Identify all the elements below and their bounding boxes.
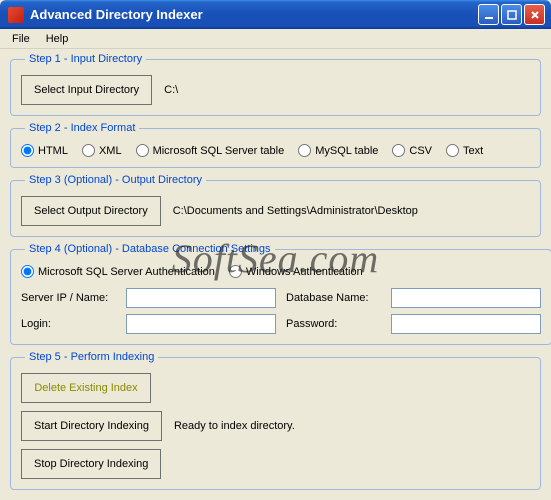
select-input-directory-button[interactable]: Select Input Directory (21, 75, 152, 105)
step2-legend: Step 2 - Index Format (25, 122, 139, 134)
server-label: Server IP / Name: (21, 292, 116, 304)
radio-html-input[interactable] (21, 144, 34, 157)
stop-directory-indexing-button[interactable]: Stop Directory Indexing (21, 449, 161, 479)
app-icon (8, 7, 24, 23)
radio-mysql-input[interactable] (298, 144, 311, 157)
radio-text-input[interactable] (446, 144, 459, 157)
radio-win-auth-input[interactable] (229, 265, 242, 278)
login-label: Login: (21, 318, 116, 330)
menu-file[interactable]: File (4, 31, 38, 47)
database-label: Database Name: (286, 292, 381, 304)
step5-group: Step 5 - Perform Indexing Delete Existin… (10, 351, 541, 490)
close-button[interactable] (524, 4, 545, 25)
indexing-status: Ready to index directory. (174, 420, 295, 432)
delete-existing-index-button[interactable]: Delete Existing Index (21, 373, 151, 403)
minimize-button[interactable] (478, 4, 499, 25)
window-title: Advanced Directory Indexer (28, 7, 478, 22)
radio-html[interactable]: HTML (21, 144, 68, 157)
radio-mssql[interactable]: Microsoft SQL Server table (136, 144, 285, 157)
radio-text[interactable]: Text (446, 144, 483, 157)
content-area: Step 1 - Input Directory Select Input Di… (0, 49, 551, 500)
radio-xml[interactable]: XML (82, 144, 122, 157)
step3-legend: Step 3 (Optional) - Output Directory (25, 174, 206, 186)
radio-sql-auth-input[interactable] (21, 265, 34, 278)
database-input[interactable] (391, 288, 541, 308)
menu-help[interactable]: Help (38, 31, 77, 47)
password-label: Password: (286, 318, 381, 330)
titlebar: Advanced Directory Indexer (0, 0, 551, 29)
password-input[interactable] (391, 314, 541, 334)
step2-group: Step 2 - Index Format HTML XML Microsoft… (10, 122, 541, 168)
step4-legend: Step 4 (Optional) - Database Connection … (25, 243, 275, 255)
radio-csv[interactable]: CSV (392, 144, 432, 157)
radio-mysql[interactable]: MySQL table (298, 144, 378, 157)
step1-legend: Step 1 - Input Directory (25, 53, 146, 65)
step1-group: Step 1 - Input Directory Select Input Di… (10, 53, 541, 116)
output-directory-path: C:\Documents and Settings\Administrator\… (173, 205, 418, 217)
maximize-button[interactable] (501, 4, 522, 25)
select-output-directory-button[interactable]: Select Output Directory (21, 196, 161, 226)
step4-group: Step 4 (Optional) - Database Connection … (10, 243, 551, 345)
input-directory-path: C:\ (164, 84, 178, 96)
window-controls (478, 4, 545, 25)
radio-win-auth[interactable]: Windows Authentication (229, 265, 363, 278)
radio-xml-input[interactable] (82, 144, 95, 157)
server-input[interactable] (126, 288, 276, 308)
radio-sql-auth[interactable]: Microsoft SQL Server Authentication (21, 265, 215, 278)
start-directory-indexing-button[interactable]: Start Directory Indexing (21, 411, 162, 441)
radio-csv-input[interactable] (392, 144, 405, 157)
login-input[interactable] (126, 314, 276, 334)
menubar: File Help (0, 29, 551, 49)
step5-legend: Step 5 - Perform Indexing (25, 351, 158, 363)
step3-group: Step 3 (Optional) - Output Directory Sel… (10, 174, 541, 237)
radio-mssql-input[interactable] (136, 144, 149, 157)
